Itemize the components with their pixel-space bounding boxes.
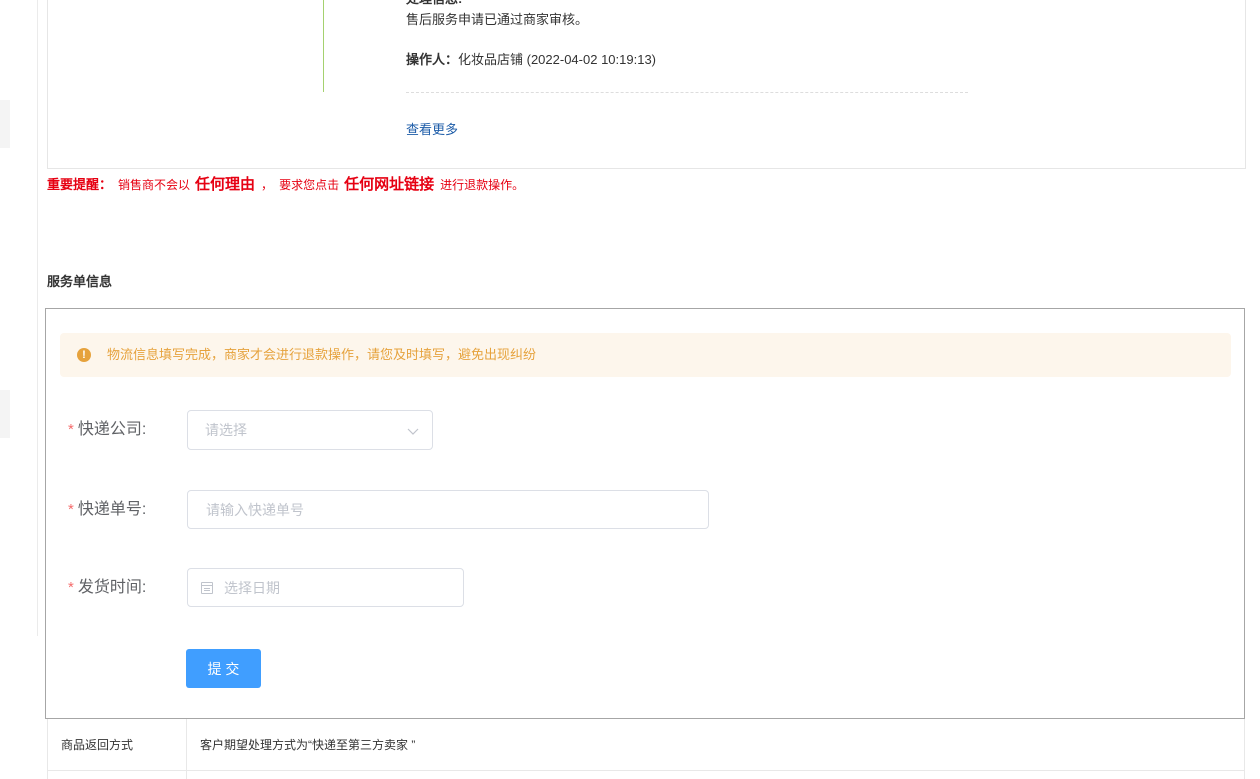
return-method-label: 商品返回方式 [48, 719, 187, 770]
notice-label: 重要提醒： [47, 177, 113, 192]
notice-text: ， [261, 178, 274, 192]
tracking-number-input[interactable] [187, 490, 709, 529]
required-mark: * [68, 579, 74, 596]
notice-text: 销售商不会以 [118, 178, 191, 192]
divider [406, 92, 968, 93]
ship-date-label-text: 发货时间: [77, 579, 147, 596]
courier-select-placeholder: 请选择 [205, 422, 247, 438]
sidebar-item[interactable] [0, 390, 10, 438]
courier-label-text: 快递公司: [77, 421, 147, 438]
notice-text: 进行退款操作。 [440, 178, 525, 192]
chevron-down-icon [407, 428, 419, 435]
sidebar-item[interactable] [0, 100, 10, 148]
calendar-icon [201, 582, 213, 594]
operator-label: 操作人： [406, 52, 459, 67]
notice-emphasis: 任何网址链接 [344, 176, 435, 193]
timeline-heading: 处理信息: [406, 0, 462, 8]
submit-button[interactable]: 提 交 [186, 649, 261, 688]
alert-text: 物流信息填写完成，商家才会进行退款操作，请您及时填写，避免出现纠纷 [107, 347, 537, 362]
timeline-operator: 操作人：化妆品店铺 (2022-04-02 10:19:13) [406, 51, 656, 69]
important-notice: 重要提醒： 销售商不会以 任何理由 ， 要求您点击 任何网址链接 进行退款操作。 [47, 175, 524, 195]
table-row: 商品返回方式 客户期望处理方式为“快递至第三方卖家 ” [48, 719, 1244, 771]
ship-date-picker[interactable] [187, 568, 464, 607]
timeline-line [323, 0, 324, 92]
required-mark: * [68, 421, 74, 438]
process-timeline-card [47, 0, 1246, 169]
ship-date-label: * 发货时间: [68, 578, 146, 598]
operator-value: 化妆品店铺 (2022-04-02 10:19:13) [458, 52, 656, 67]
timeline-message: 售后服务申请已通过商家审核。 [406, 12, 589, 27]
section-title: 服务单信息 [47, 274, 113, 289]
tracking-label-text: 快递单号: [77, 501, 147, 518]
required-mark: * [68, 501, 74, 518]
view-more-link[interactable]: 查看更多 [406, 121, 458, 139]
service-info-table: 商品返回方式 客户期望处理方式为“快递至第三方卖家 ” [47, 719, 1245, 779]
warning-circle-icon: ! [77, 348, 91, 362]
courier-label: * 快递公司: [68, 420, 146, 440]
table-row [48, 771, 1244, 779]
table-cell [48, 771, 187, 779]
return-method-value: 客户期望处理方式为“快递至第三方卖家 ” [200, 738, 416, 752]
notice-emphasis: 任何理由 [195, 176, 256, 193]
tracking-label: * 快递单号: [68, 500, 146, 520]
notice-text: 要求您点击 [279, 178, 340, 192]
sidebar [0, 0, 38, 636]
